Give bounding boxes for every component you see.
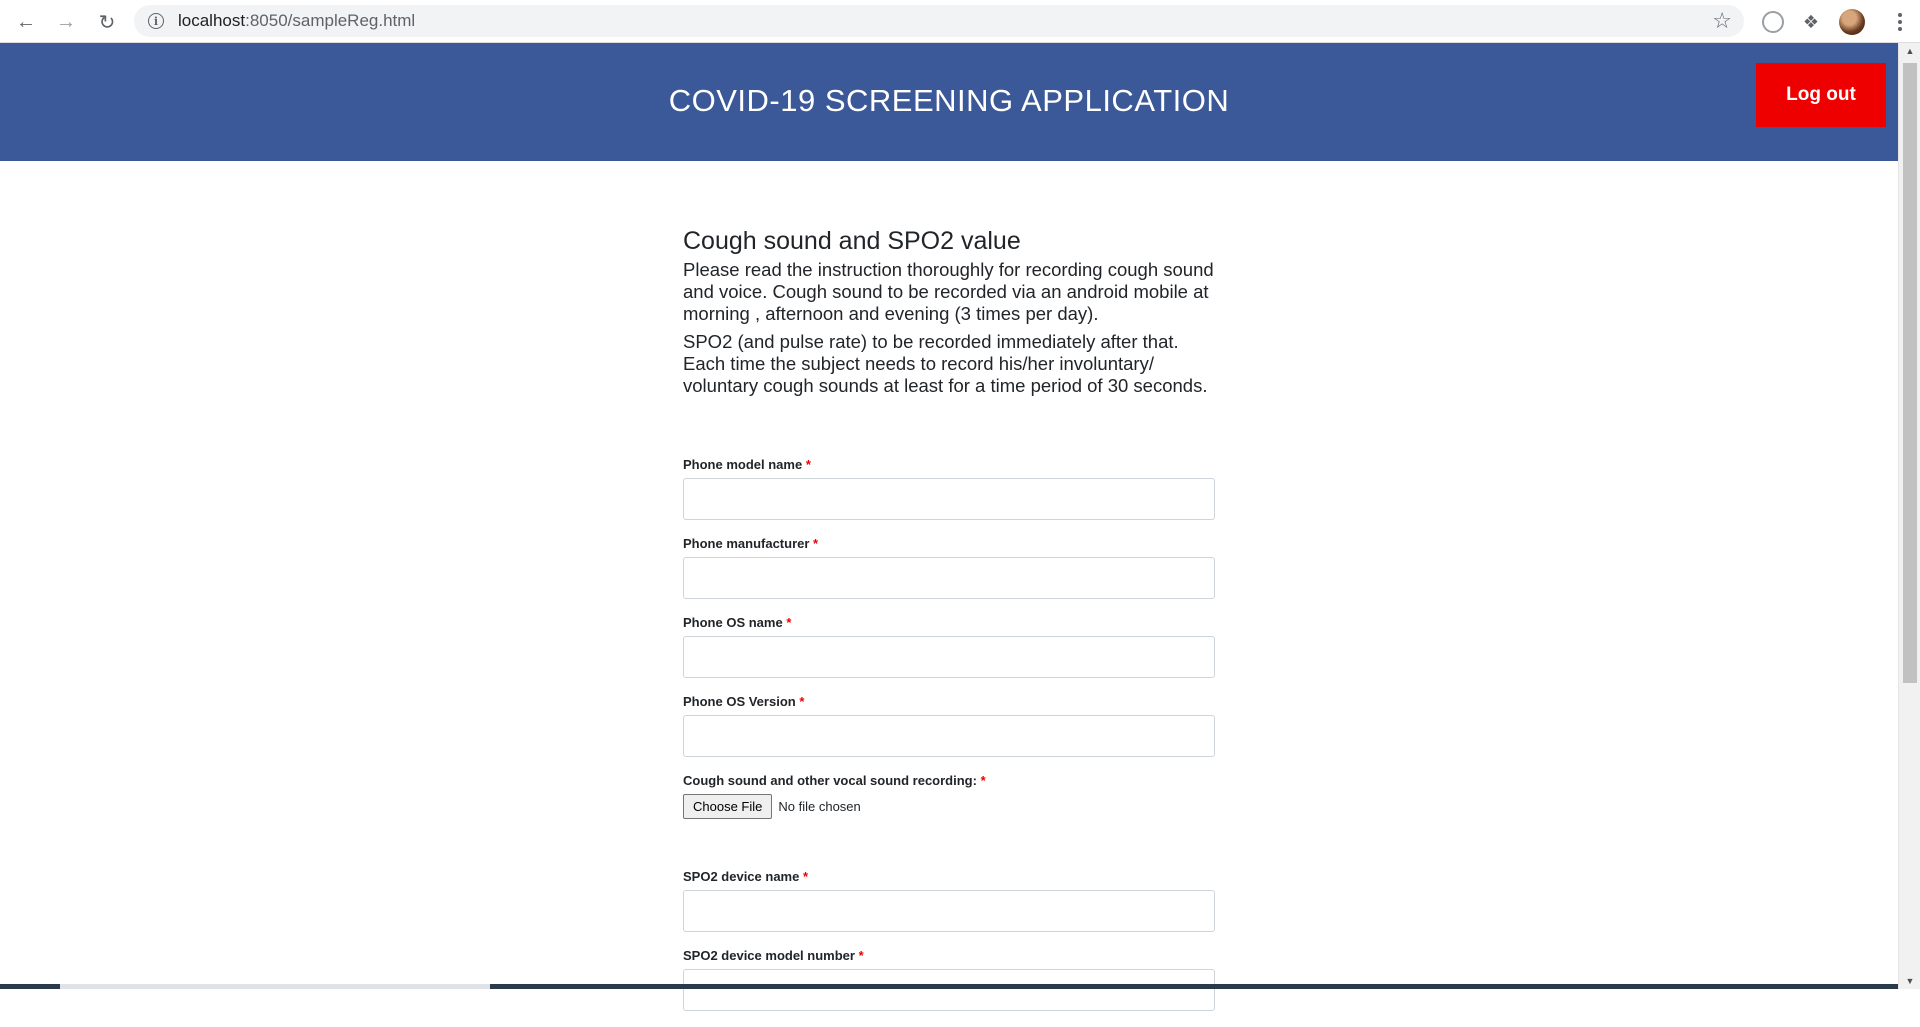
spo2-device-name-field: SPO2 device name * xyxy=(683,869,1215,932)
scroll-down-arrow-icon[interactable]: ▼ xyxy=(1899,973,1920,989)
spo2-device-model-label: SPO2 device model number * xyxy=(683,948,1215,963)
phone-os-name-field: Phone OS name * xyxy=(683,615,1215,678)
required-mark: * xyxy=(858,948,864,963)
spo2-device-name-label-text: SPO2 device name xyxy=(683,869,800,884)
phone-model-label: Phone model name * xyxy=(683,457,1215,472)
phone-manufacturer-label: Phone manufacturer * xyxy=(683,536,1215,551)
profile-avatar-icon[interactable] xyxy=(1838,8,1866,36)
file-status-text: No file chosen xyxy=(778,799,861,814)
url-text[interactable]: localhost:8050/sampleReg.html xyxy=(178,11,415,31)
main-content: Cough sound and SPO2 value Please read t… xyxy=(683,225,1215,1011)
browser-toolbar: ← → ↻ i localhost:8050/sampleReg.html ☆ … xyxy=(0,0,1920,43)
back-arrow-icon[interactable]: ← xyxy=(12,8,40,36)
extension-circle-icon[interactable] xyxy=(1759,8,1787,36)
taskbar-strip xyxy=(0,984,1898,989)
phone-manufacturer-label-text: Phone manufacturer xyxy=(683,536,810,551)
recording-field: Cough sound and other vocal sound record… xyxy=(683,773,1215,819)
site-info-icon[interactable]: i xyxy=(148,13,164,29)
phone-os-version-label: Phone OS Version * xyxy=(683,694,1215,709)
url-host: localhost xyxy=(178,11,246,30)
device-form: Phone model name * Phone manufacturer * … xyxy=(683,457,1215,1027)
recording-label: Cough sound and other vocal sound record… xyxy=(683,773,1215,788)
recording-label-text: Cough sound and other vocal sound record… xyxy=(683,773,977,788)
app-title: COVID-19 SCREENING APPLICATION xyxy=(668,83,1230,118)
bookmark-star-icon[interactable]: ☆ xyxy=(1712,8,1732,34)
required-mark: * xyxy=(799,694,805,709)
required-mark: * xyxy=(980,773,986,788)
instruction-paragraph-2: SPO2 (and pulse rate) to be recorded imm… xyxy=(683,331,1208,396)
required-mark: * xyxy=(786,615,792,630)
file-picker: Choose File No file chosen xyxy=(683,794,1215,819)
required-mark: * xyxy=(802,869,809,884)
logout-button[interactable]: Log out xyxy=(1756,63,1886,127)
phone-os-name-label: Phone OS name * xyxy=(683,615,1215,630)
phone-model-label-text: Phone model name xyxy=(683,457,803,472)
url-path: :8050/sampleReg.html xyxy=(245,11,416,30)
choose-file-button[interactable]: Choose File xyxy=(683,794,773,819)
phone-os-version-input[interactable] xyxy=(683,715,1215,757)
reload-icon[interactable]: ↻ xyxy=(93,8,121,36)
scrollbar-thumb[interactable] xyxy=(1903,63,1917,683)
instructions: Please read the instruction thoroughly f… xyxy=(683,259,1215,397)
browser-menu-icon[interactable] xyxy=(1894,8,1906,36)
phone-os-version-field: Phone OS Version * xyxy=(683,694,1215,757)
vertical-scrollbar[interactable]: ▲ ▼ xyxy=(1898,43,1920,989)
spo2-device-name-input[interactable] xyxy=(683,890,1215,932)
scroll-up-arrow-icon[interactable]: ▲ xyxy=(1899,43,1920,59)
section-title: Cough sound and SPO2 value xyxy=(683,227,1021,255)
phone-os-name-label-text: Phone OS name xyxy=(683,615,783,630)
phone-model-input[interactable] xyxy=(683,478,1215,520)
spo2-device-model-label-text: SPO2 device model number xyxy=(683,948,855,963)
required-mark: * xyxy=(813,536,819,551)
puzzle-extensions-icon[interactable]: ❖ xyxy=(1797,8,1825,36)
app-header: COVID-19 SCREENING APPLICATION Log out xyxy=(0,43,1898,161)
spo2-device-model-input[interactable] xyxy=(683,969,1215,1011)
required-mark: * xyxy=(805,457,811,472)
phone-os-version-label-text: Phone OS Version xyxy=(683,694,796,709)
spo2-device-model-field: SPO2 device model number * xyxy=(683,948,1215,1011)
spo2-device-name-label: SPO2 device name * xyxy=(683,869,1215,884)
phone-manufacturer-field: Phone manufacturer * xyxy=(683,536,1215,599)
phone-model-field: Phone model name * xyxy=(683,457,1215,520)
forward-arrow-icon[interactable]: → xyxy=(52,8,80,36)
address-bar[interactable]: i localhost:8050/sampleReg.html ☆ xyxy=(134,5,1744,37)
instruction-paragraph-1: Please read the instruction thoroughly f… xyxy=(683,259,1214,324)
phone-manufacturer-input[interactable] xyxy=(683,557,1215,599)
phone-os-name-input[interactable] xyxy=(683,636,1215,678)
